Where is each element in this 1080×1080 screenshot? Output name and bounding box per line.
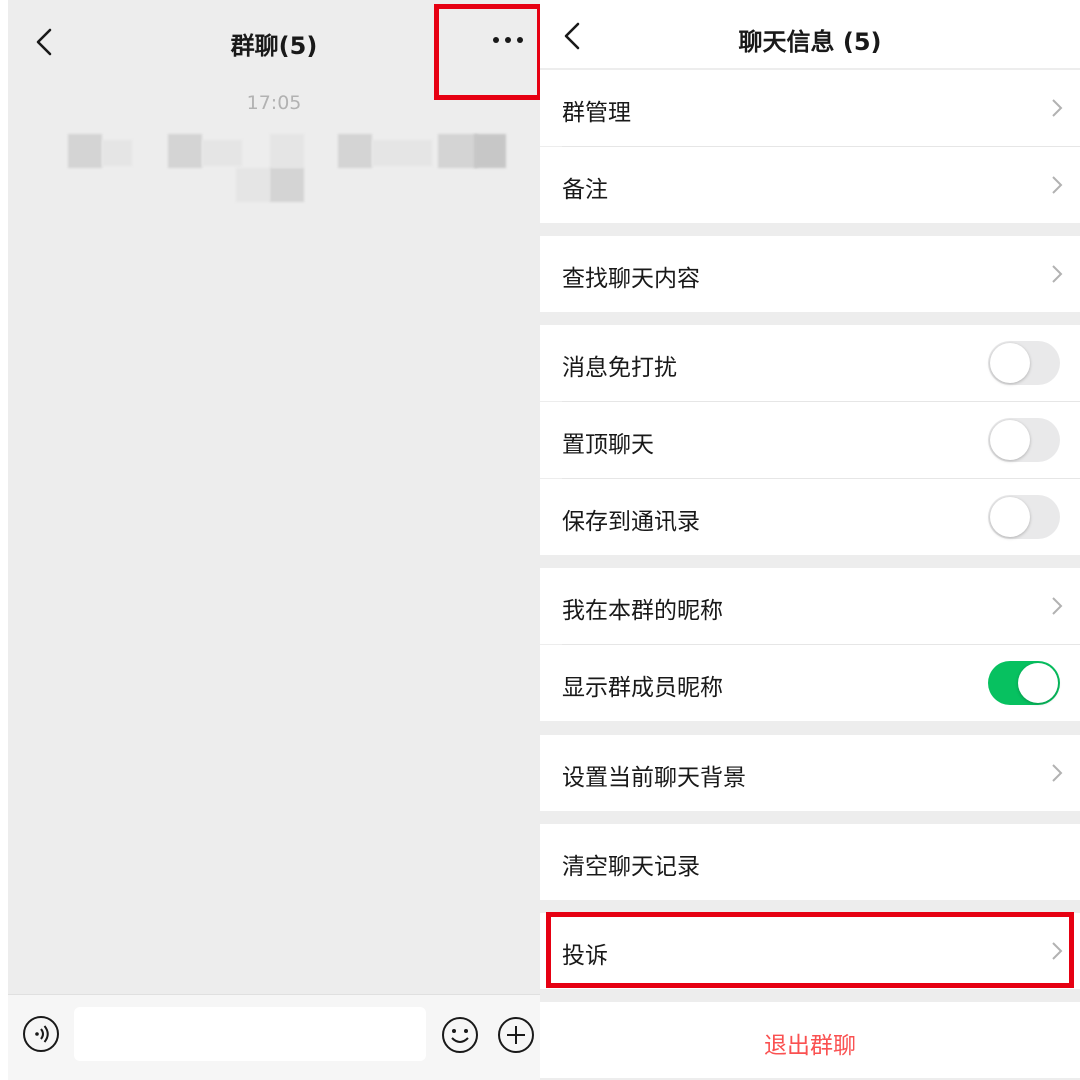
row-chat-background[interactable]: 设置当前聊天背景	[540, 735, 1080, 811]
pin-toggle[interactable]	[988, 418, 1060, 462]
row-pin: 置顶聊天	[540, 402, 1080, 478]
chat-info-nav-bar: 聊天信息 (5)	[540, 0, 1080, 68]
highlight-complaint-row	[546, 912, 1074, 988]
row-label: 清空聊天记录	[562, 854, 700, 880]
group-chat-screen: 群聊(5) 17:05	[8, 0, 540, 1080]
row-mute: 消息免打扰	[540, 325, 1080, 401]
row-label: 显示群成员昵称	[562, 675, 723, 701]
exit-group-button[interactable]: 退出群聊	[540, 1002, 1080, 1078]
chevron-right-icon	[1052, 597, 1063, 615]
row-my-nickname[interactable]: 我在本群的昵称	[540, 568, 1080, 644]
row-label: 置顶聊天	[562, 432, 654, 458]
row-label: 备注	[562, 177, 608, 203]
row-show-nicknames: 显示群成员昵称	[540, 645, 1080, 721]
chevron-right-icon	[1052, 265, 1063, 283]
row-group-manage[interactable]: 群管理	[540, 70, 1080, 146]
row-label: 消息免打扰	[562, 355, 677, 381]
emoji-icon[interactable]	[440, 1015, 480, 1055]
row-clear-history[interactable]: 清空聊天记录	[540, 824, 1080, 900]
row-search-chat[interactable]: 查找聊天内容	[540, 236, 1080, 312]
chat-info-title: 聊天信息 (5)	[738, 28, 882, 56]
row-save-contacts: 保存到通讯录	[540, 479, 1080, 555]
chevron-right-icon	[1052, 99, 1063, 117]
mute-toggle[interactable]	[988, 341, 1060, 385]
row-label: 群管理	[562, 100, 631, 126]
chevron-right-icon	[1052, 764, 1063, 782]
highlight-more-button	[434, 4, 542, 100]
chevron-right-icon	[1052, 176, 1063, 194]
show-nicknames-toggle[interactable]	[988, 661, 1060, 705]
plus-icon[interactable]	[496, 1015, 536, 1055]
exit-group-label: 退出群聊	[764, 1033, 856, 1059]
screenshot-root: 群聊(5) 17:05 聊天信息 (5) 群管理 备注 查找聊天内容 消息免打扰…	[0, 0, 1080, 1080]
row-label: 查找聊天内容	[562, 266, 700, 292]
row-remark[interactable]: 备注	[540, 147, 1080, 223]
message-input[interactable]	[74, 1007, 426, 1061]
save-contacts-toggle[interactable]	[988, 495, 1060, 539]
row-label: 我在本群的昵称	[562, 598, 723, 624]
row-label: 设置当前聊天背景	[562, 765, 746, 791]
row-label: 保存到通讯录	[562, 509, 700, 535]
chat-input-bar	[8, 994, 540, 1080]
voice-icon[interactable]	[22, 1015, 60, 1053]
